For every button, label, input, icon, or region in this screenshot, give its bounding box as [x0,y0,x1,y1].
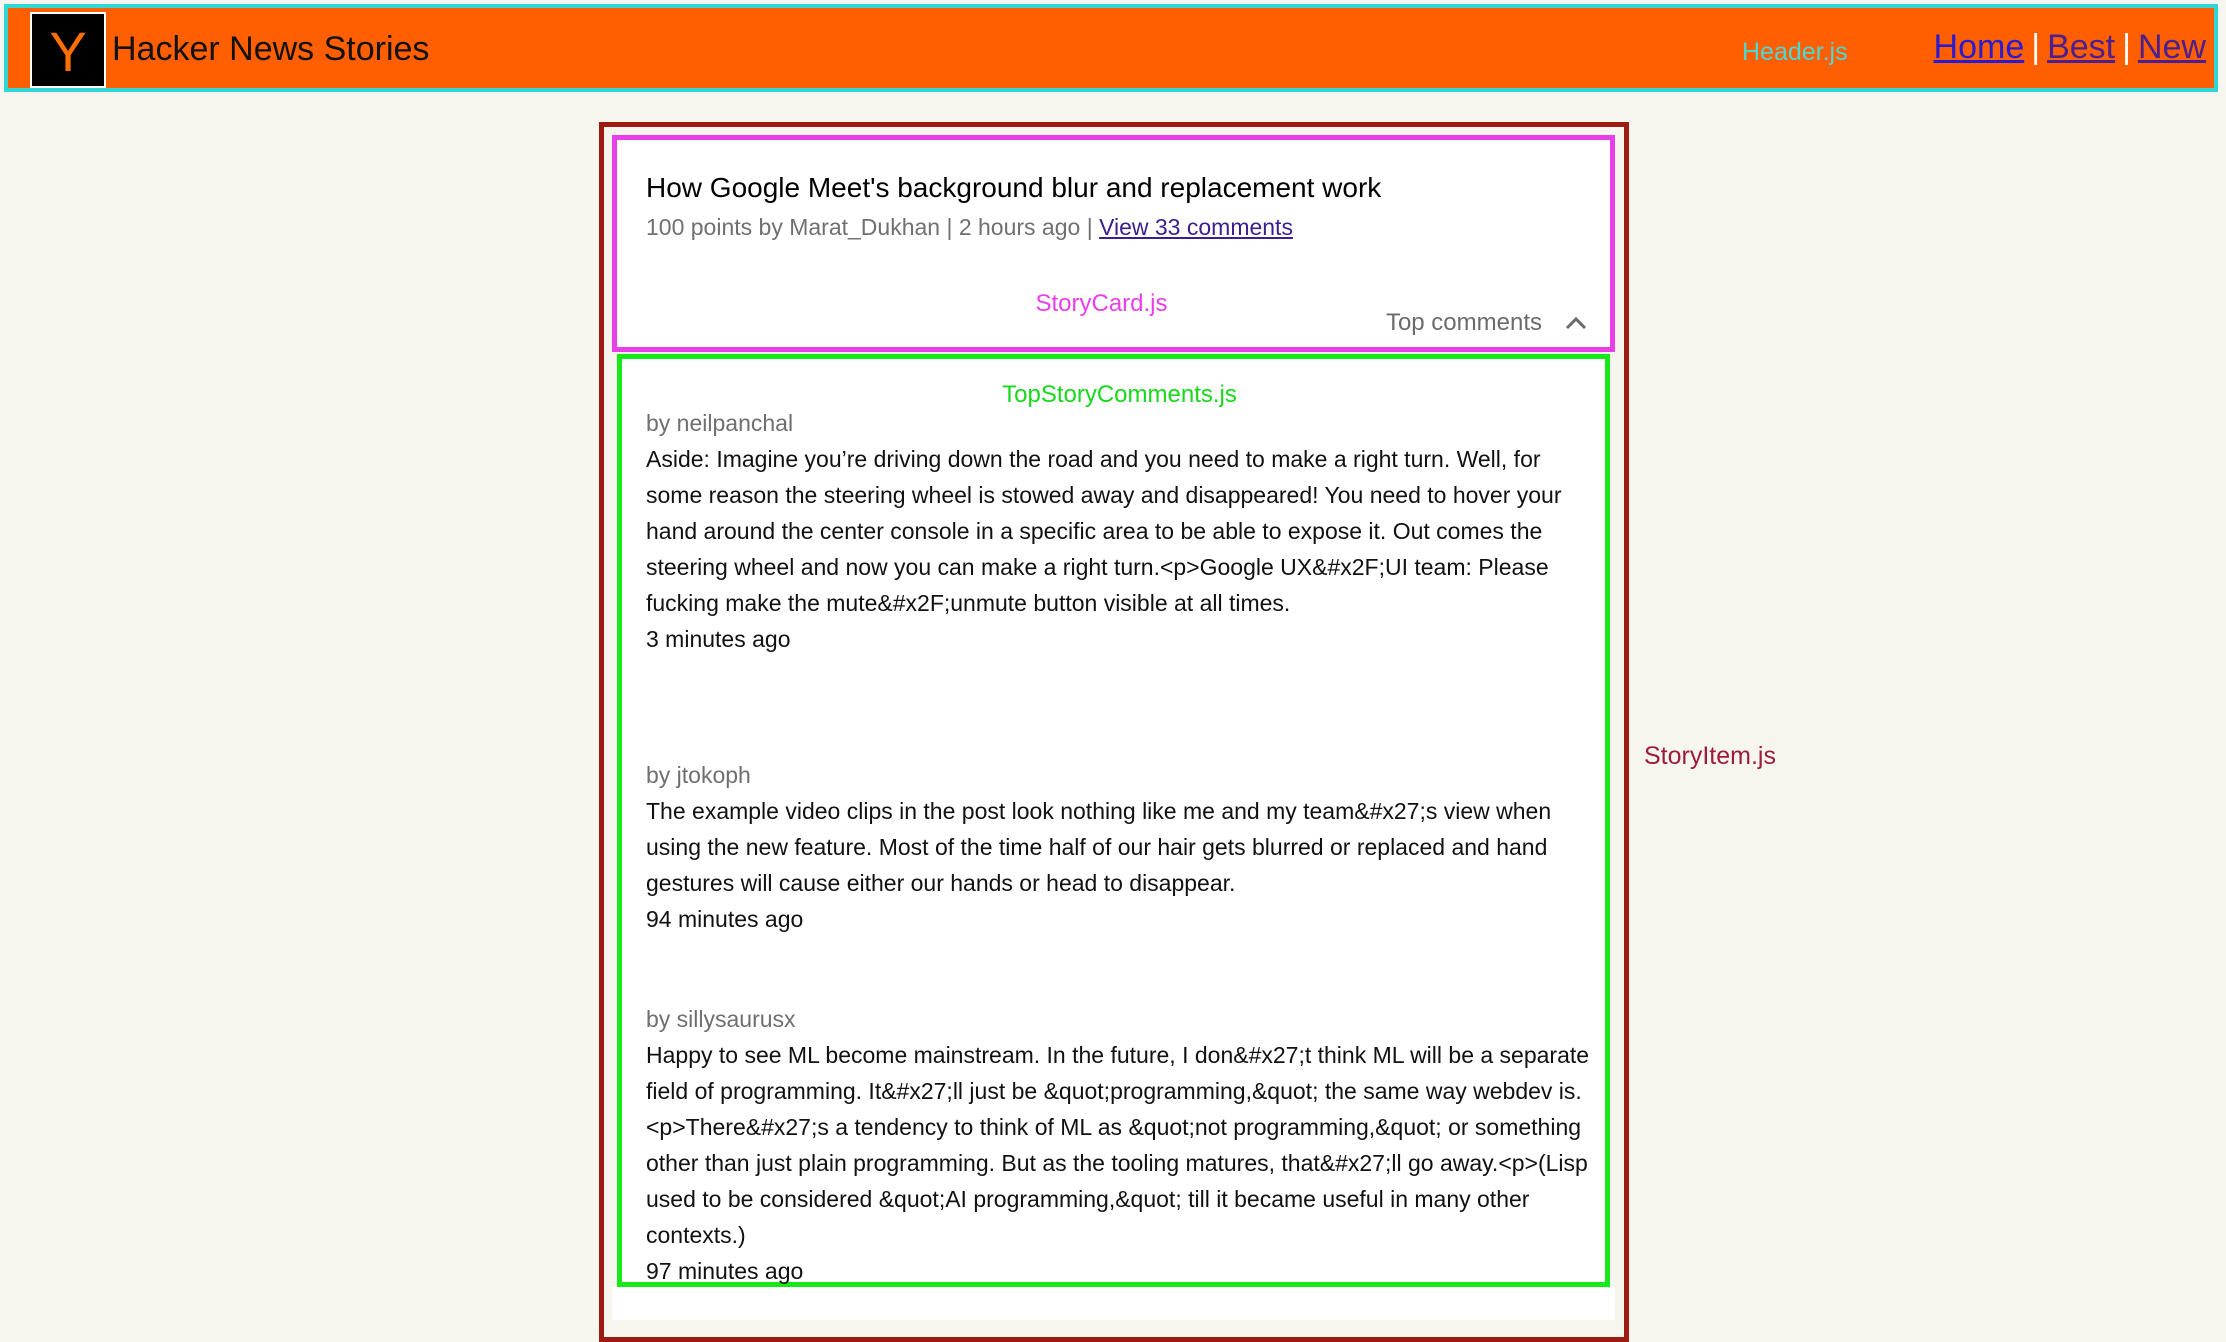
comment-text: The example video clips in the post look… [646,798,1552,896]
top-nav: Home | Best | New [1934,28,2206,67]
comment-author: by sillysaurusx [646,1006,796,1032]
comment-author: by neilpanchal [646,410,794,436]
story-item-bottom-area [612,1287,1615,1320]
chevron-up-icon [1565,316,1587,330]
top-story-comments: TopStoryComments.js by neilpanchal Aside… [617,354,1610,1287]
app-title: Hacker News Stories [112,30,430,68]
hacker-news-logo[interactable]: Y [30,12,106,88]
top-comments-toggle-label: Top comments [1385,309,1542,336]
comment-text: Happy to see ML become mainstream. In th… [646,1042,1590,1248]
comment-time: 3 minutes ago [646,626,791,652]
header-component-label: Header.js [1742,38,1848,66]
story-meta-text: 100 points by Marat_Dukhan | 2 hours ago… [646,214,1093,240]
story-card: How Google Meet's background blur and re… [612,135,1615,352]
comment-time: 97 minutes ago [646,1258,804,1284]
story-meta: 100 points by Marat_Dukhan | 2 hours ago… [646,214,1293,241]
comment-item: by neilpanchal Aside: Imagine you’re dri… [646,405,1596,657]
view-comments-link[interactable]: View 33 comments [1099,214,1293,240]
comment-item: by jtokoph The example video clips in th… [646,757,1596,937]
comment-author: by jtokoph [646,762,751,788]
nav-new-link[interactable]: New [2138,28,2206,66]
header-bar: Y Hacker News Stories Header.js Home | Bes… [4,4,2218,92]
nav-home-link[interactable]: Home [1934,28,2025,66]
comment-time: 94 minutes ago [646,906,804,932]
comment-item: by sillysaurusx Happy to see ML become m… [646,1001,1596,1289]
nav-best-link[interactable]: Best [2047,28,2115,66]
top-comments-toggle[interactable]: Top comments [1386,309,1588,337]
nav-separator: | [2031,28,2041,66]
story-item-component-label: StoryItem.js [1644,742,1776,770]
nav-separator: | [2122,28,2131,66]
story-title: How Google Meet's background blur and re… [646,172,1382,203]
comment-text: Aside: Imagine you’re driving down the r… [646,446,1562,616]
